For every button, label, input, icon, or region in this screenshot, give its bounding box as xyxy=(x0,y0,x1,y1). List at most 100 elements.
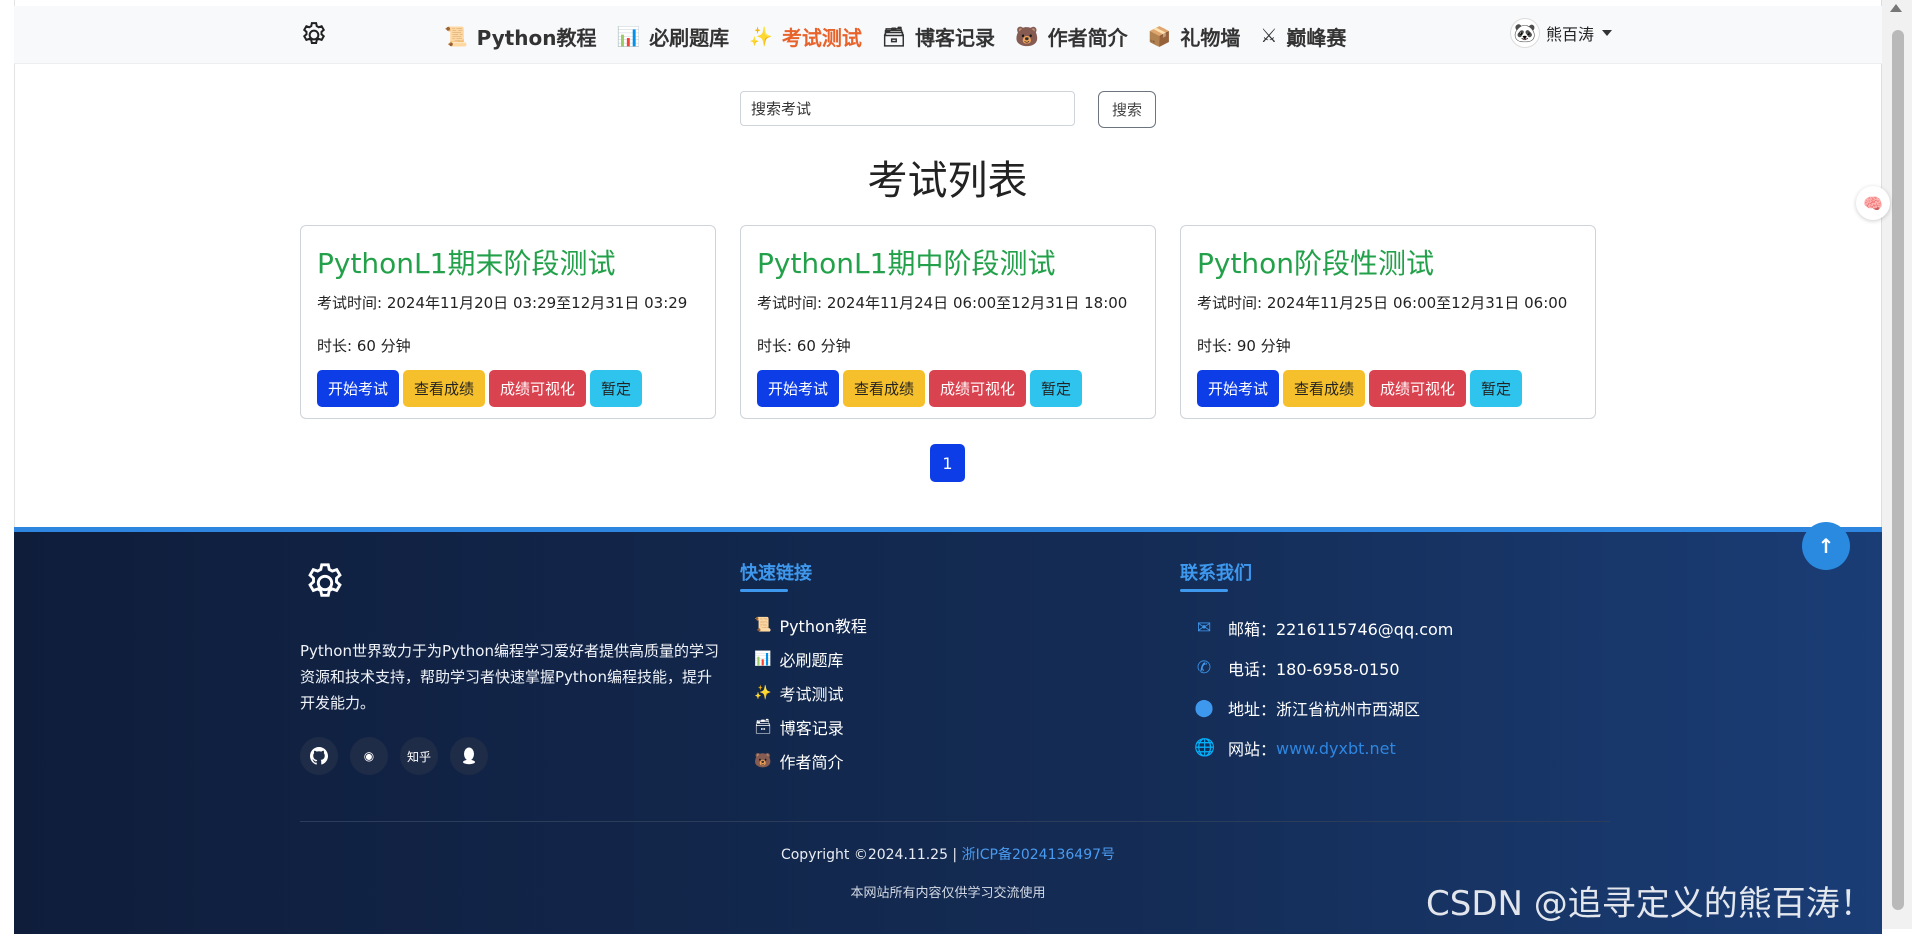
back-to-top-button[interactable]: ↑ xyxy=(1802,522,1850,570)
start-exam-button[interactable]: 开始考试 xyxy=(757,370,840,407)
footer-link-label: 必刷题库 xyxy=(779,651,844,670)
scroll-up-arrow[interactable] xyxy=(1890,4,1902,12)
footer-link-author[interactable]: 🐻 作者简介 xyxy=(754,744,867,778)
nav-item-exam[interactable]: ✨ 考试测试 xyxy=(739,16,872,56)
nav-item-python-tutorial[interactable]: 📜 Python教程 xyxy=(434,16,607,56)
view-scores-button[interactable]: 查看成绩 xyxy=(1283,370,1366,407)
contact-address: ⬤ 地址：浙江省杭州市西湖区 xyxy=(1194,688,1453,728)
exam-card: PythonL1期末阶段测试 考试时间: 2024年11月20日 03:29至1… xyxy=(300,225,716,419)
scrollbar[interactable] xyxy=(1881,0,1912,929)
footer-link-label: 作者简介 xyxy=(779,753,844,772)
pause-button[interactable]: 暂定 xyxy=(1470,370,1523,407)
gear-icon[interactable] xyxy=(299,20,329,50)
footer-about: Python世界致力于为Python编程学习爱好者提供高质量的学习资源和技术支持… xyxy=(300,642,719,712)
footer-link-exam[interactable]: ✨ 考试测试 xyxy=(754,676,867,710)
nav-label: 必刷题库 xyxy=(649,25,730,50)
search-input[interactable] xyxy=(740,91,1075,126)
bear-icon: 🐻 xyxy=(1014,25,1039,48)
watermark: CSDN @追寻定义的熊百涛！ xyxy=(1426,884,1874,924)
exam-time: 考试时间: 2024年11月25日 06:00至12月31日 06:00 xyxy=(1197,294,1568,312)
icp-link[interactable]: 浙ICP备2024136497号 xyxy=(962,847,1115,863)
gear-icon xyxy=(308,563,342,597)
chart-icon: 📊 xyxy=(754,651,772,667)
exam-title: PythonL1期中阶段测试 xyxy=(757,247,1056,280)
view-scores-button[interactable]: 查看成绩 xyxy=(403,370,486,407)
floating-plugin-icon[interactable]: 🧠 xyxy=(1856,186,1890,220)
nav-label: Python教程 xyxy=(476,25,597,50)
window-frame xyxy=(0,0,15,929)
footer-divider xyxy=(300,821,1610,822)
exam-time: 考试时间: 2024年11月20日 03:29至12月31日 03:29 xyxy=(317,294,688,312)
nav-item-contest[interactable]: ⚔ 巅峰赛 xyxy=(1250,16,1356,56)
exam-title: Python阶段性测试 xyxy=(1197,247,1435,280)
exam-duration: 时长: 90 分钟 xyxy=(1197,337,1291,355)
bear-icon: 🐻 xyxy=(754,753,772,769)
exam-duration: 时长: 60 分钟 xyxy=(317,337,411,355)
exam-actions: 开始考试 查看成绩 成绩可视化 暂定 xyxy=(317,370,699,407)
score-visualization-button[interactable]: 成绩可视化 xyxy=(489,370,587,407)
footer: ↑ Python世界致力于为Python编程学习爱好者提供高质量的学习资源和技术… xyxy=(14,522,1882,934)
contact-website: 🌐 网站： www.dyxbt.net xyxy=(1194,728,1453,768)
contact-info: ✉ 邮箱：2216115746@qq.com ✆ 电话：180-6958-0150 … xyxy=(1194,608,1453,768)
avatar: 🐼 xyxy=(1510,18,1540,48)
exam-card: PythonL1期中阶段测试 考试时间: 2024年11月24日 06:00至1… xyxy=(740,225,1156,419)
weibo-icon[interactable]: ◉ xyxy=(350,737,388,775)
website-link[interactable]: www.dyxbt.net xyxy=(1276,739,1396,758)
quick-links: 📜 Python教程 📊 必刷题库 ✨ 考试测试 🗃 博客记录 🐻 作者简介 xyxy=(754,608,867,778)
footer-link-label: 博客记录 xyxy=(779,719,844,738)
footer-link-question-bank[interactable]: 📊 必刷题库 xyxy=(754,642,867,676)
exam-actions: 开始考试 查看成绩 成绩可视化 暂定 xyxy=(1197,370,1579,407)
pause-button[interactable]: 暂定 xyxy=(1030,370,1083,407)
contact-phone: ✆ 电话：180-6958-0150 xyxy=(1194,648,1453,688)
phone-icon: ✆ xyxy=(1196,658,1212,678)
nav-item-question-bank[interactable]: 📊 必刷题库 xyxy=(607,16,740,56)
qq-icon[interactable] xyxy=(450,737,488,775)
nav-label: 考试测试 xyxy=(781,25,862,50)
exam-time: 考试时间: 2024年11月24日 06:00至12月31日 18:00 xyxy=(757,294,1128,312)
footer-link-label: 考试测试 xyxy=(779,685,844,704)
scroll-icon: 📜 xyxy=(444,25,468,48)
scroll-icon: 📜 xyxy=(754,617,772,633)
nav-item-author[interactable]: 🐻 作者简介 xyxy=(1005,16,1138,56)
page-title: 考试列表 xyxy=(867,158,1028,204)
address-text: 地址：浙江省杭州市西湖区 xyxy=(1228,700,1421,719)
card-box-icon: 🗃 xyxy=(754,719,772,735)
exam-title: PythonL1期末阶段测试 xyxy=(317,247,616,280)
contact-email: ✉ 邮箱：2216115746@qq.com xyxy=(1194,608,1454,648)
copyright: Copyright ©2024.11.25 | 浙ICP备2024136497号 xyxy=(14,844,1882,864)
footer-link-blog[interactable]: 🗃 博客记录 xyxy=(754,710,867,744)
package-icon: 📦 xyxy=(1147,25,1172,48)
view-scores-button[interactable]: 查看成绩 xyxy=(843,370,926,407)
search-button[interactable]: 搜索 xyxy=(1098,91,1156,128)
swords-icon: ⚔ xyxy=(1260,25,1278,47)
sparkles-icon: ✨ xyxy=(754,685,772,701)
start-exam-button[interactable]: 开始考试 xyxy=(1197,370,1280,407)
copyright-text: Copyright ©2024.11.25 | xyxy=(780,847,962,863)
footer-link-label: Python教程 xyxy=(779,617,867,636)
nav-item-gift-wall[interactable]: 📦 礼物墙 xyxy=(1138,16,1251,56)
footer-link-python-tutorial[interactable]: 📜 Python教程 xyxy=(754,608,867,642)
quick-links-title: 快速链接 xyxy=(740,559,812,592)
score-visualization-button[interactable]: 成绩可视化 xyxy=(929,370,1027,407)
user-name: 熊百涛 xyxy=(1546,25,1595,44)
email-text: 邮箱：2216115746@qq.com xyxy=(1228,620,1454,639)
score-visualization-button[interactable]: 成绩可视化 xyxy=(1369,370,1467,407)
nav-label: 巅峰赛 xyxy=(1286,25,1347,50)
zhihu-label: 知乎 xyxy=(406,749,431,764)
card-box-icon: 🗃 xyxy=(881,25,906,48)
sparkles-icon: ✨ xyxy=(749,25,773,48)
zhihu-link[interactable]: 知乎 xyxy=(400,737,438,775)
envelope-icon: ✉ xyxy=(1196,618,1212,638)
nav-item-blog[interactable]: 🗃 博客记录 xyxy=(872,16,1005,56)
github-icon[interactable] xyxy=(300,737,338,775)
phone-text: 电话：180-6958-0150 xyxy=(1228,660,1400,679)
nav-label: 博客记录 xyxy=(914,25,995,50)
pagination-page[interactable]: 1 xyxy=(930,444,965,482)
website-label: 网站： xyxy=(1228,740,1277,759)
nav-label: 作者简介 xyxy=(1047,25,1128,50)
user-menu[interactable]: 🐼 熊百涛 xyxy=(1510,18,1613,48)
start-exam-button[interactable]: 开始考试 xyxy=(317,370,400,407)
exam-duration: 时长: 60 分钟 xyxy=(757,337,851,355)
nav-menu: 📜 Python教程 📊 必刷题库 ✨ 考试测试 🗃 博客记录 🐻 作者简介 📦 礼物墙 ⚔… xyxy=(434,16,1356,56)
pause-button[interactable]: 暂定 xyxy=(590,370,643,407)
